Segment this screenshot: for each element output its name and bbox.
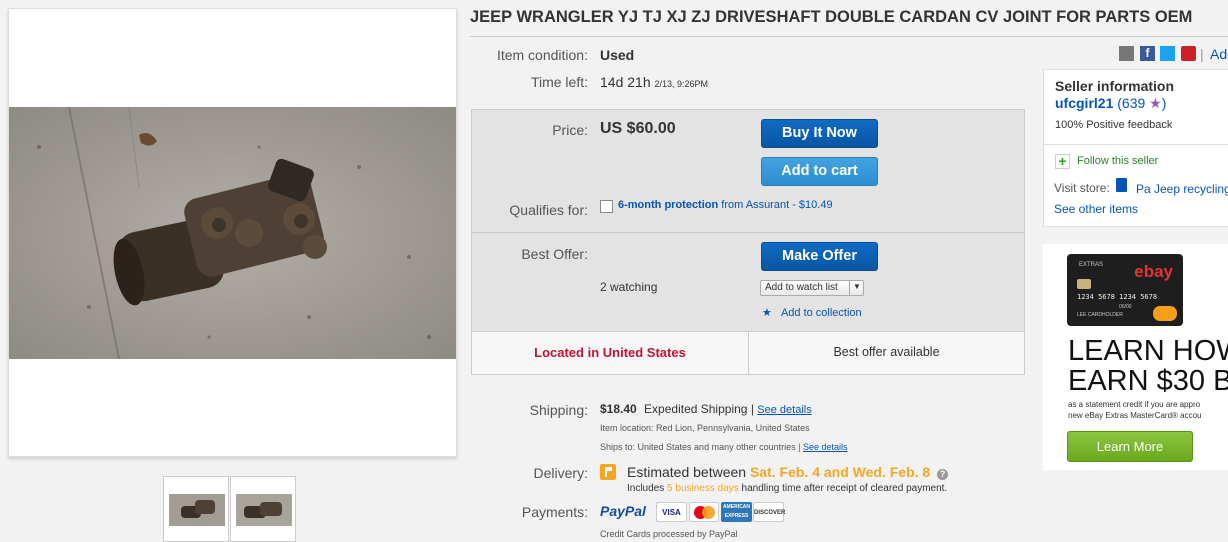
- add-to-cart-button[interactable]: Add to cart: [761, 157, 878, 186]
- add-to-watchlist-link[interactable]: Add: [1210, 46, 1228, 62]
- card-expiry: 00/00: [1119, 304, 1132, 310]
- add-to-watch-list-button[interactable]: Add to watch list ▼: [760, 280, 864, 296]
- ad-fine-line1: as a statement credit if you are appro: [1068, 400, 1201, 409]
- ad-heading: LEARN HOW EARN $30 B: [1068, 336, 1228, 396]
- best-offer-label: Best Offer:: [521, 246, 588, 262]
- plus-icon[interactable]: +: [1055, 154, 1070, 169]
- card-holder: LEE CARDHOLDER: [1077, 312, 1123, 318]
- add-to-collection-link[interactable]: Add to collection: [781, 307, 862, 319]
- price-label: Price:: [552, 122, 588, 138]
- delivery-label: Delivery:: [533, 465, 588, 481]
- ad-fine-line2: new eBay Extras MasterCard® accou: [1068, 411, 1202, 420]
- make-offer-button[interactable]: Make Offer: [761, 242, 878, 271]
- email-share-icon[interactable]: [1119, 46, 1134, 61]
- seller-divider: [1043, 144, 1228, 145]
- thumbnail-2[interactable]: [230, 476, 296, 542]
- positive-feedback: 100% Positive feedback: [1055, 119, 1173, 131]
- delivery-days: 5 business days: [667, 483, 739, 494]
- paypal-logo: PayPal: [600, 503, 646, 519]
- visa-icon: VISA: [656, 502, 687, 522]
- price-value: US $60.00: [600, 120, 676, 137]
- card-number: 1234 5678 1234 5678: [1077, 293, 1158, 301]
- amex-icon: AMERICAN EXPRESS: [721, 502, 752, 522]
- delivery-handling-text: handling time after receipt of cleared p…: [738, 483, 948, 494]
- protection-link[interactable]: 6-month protection: [618, 199, 718, 211]
- shipping-separator: |: [750, 402, 754, 416]
- best-offer-available-text: Best offer available: [833, 345, 940, 359]
- seller-score-close: ): [1161, 95, 1167, 111]
- located-in-text: Located in United States: [534, 345, 686, 360]
- ebay-logo: ebay: [1134, 262, 1173, 281]
- mastercard-icon: [689, 502, 719, 522]
- discover-icon: DISCOVER: [753, 502, 785, 522]
- visit-store-label: Visit store:: [1054, 181, 1110, 195]
- share-separator: |: [1200, 46, 1204, 62]
- delivery-prefix: Estimated between: [627, 464, 750, 480]
- time-left-value: 14d 21h 2/13, 9:26PM: [600, 74, 709, 90]
- delivery-dates: Sat. Feb. 4 and Wed. Feb. 8: [749, 464, 931, 480]
- thumbnail-1[interactable]: [163, 476, 229, 542]
- main-image-frame[interactable]: [8, 8, 457, 457]
- shipping-line: $18.40 Expedited Shipping | See details: [600, 402, 812, 416]
- product-photo[interactable]: [9, 107, 456, 359]
- delivery-handling: Includes 5 business days handling time a…: [627, 483, 947, 494]
- store-name-link[interactable]: Pa Jeep recycling: [1136, 182, 1228, 196]
- watching-count: 2 watching: [600, 280, 658, 294]
- ships-to-text: Ships to: United States and many other c…: [600, 442, 796, 452]
- mastercard-badge-icon: [1153, 306, 1177, 321]
- time-left-label: Time left:: [530, 74, 588, 90]
- qualifies-label: Qualifies for:: [509, 202, 588, 218]
- protection-price: from Assurant - $10.49: [721, 199, 833, 211]
- payments-label: Payments:: [521, 504, 588, 520]
- card-label: EXTRAS: [1079, 262, 1104, 268]
- delivery-estimate: Estimated between Sat. Feb. 4 and Wed. F…: [627, 464, 949, 480]
- follow-seller-link[interactable]: Follow this seller: [1077, 155, 1158, 167]
- feedback-star-icon: ★: [1149, 95, 1162, 111]
- protection-checkbox[interactable]: [600, 200, 613, 213]
- star-icon: ★: [762, 307, 772, 319]
- shipping-label: Shipping:: [529, 402, 588, 418]
- learn-more-button[interactable]: Learn More: [1067, 431, 1193, 462]
- twitter-share-icon[interactable]: [1160, 46, 1175, 61]
- card-chip-icon: [1077, 279, 1091, 289]
- shipping-cost: $18.40: [600, 402, 637, 416]
- listing-title: JEEP WRANGLER YJ TJ XJ ZJ DRIVESHAFT DOU…: [470, 8, 1193, 26]
- condition-label: Item condition:: [496, 47, 588, 63]
- add-to-collection[interactable]: ★ Add to collection: [762, 306, 862, 319]
- title-divider: [470, 36, 1228, 37]
- ships-to-see-details-link[interactable]: See details: [803, 442, 848, 452]
- protection-offer: 6-month protection from Assurant - $10.4…: [618, 199, 833, 211]
- seller-score[interactable]: (639: [1117, 95, 1145, 111]
- shipping-method: Expedited Shipping: [644, 402, 748, 416]
- seller-name-link[interactable]: ufcgirl21: [1055, 95, 1113, 111]
- ships-to-separator: |: [798, 442, 801, 452]
- time-left-date: 2/13, 9:26PM: [654, 79, 709, 89]
- help-icon[interactable]: ?: [937, 469, 949, 480]
- buy-box-divider: [472, 232, 1024, 233]
- ad-fine-print: as a statement credit if you are appro n…: [1068, 399, 1202, 421]
- seller-heading: Seller information: [1055, 78, 1175, 94]
- chevron-down-icon[interactable]: ▼: [853, 282, 861, 291]
- delivery-includes: Includes: [627, 483, 668, 494]
- flag-icon: [600, 464, 616, 480]
- pinterest-share-icon[interactable]: [1181, 46, 1196, 61]
- ships-to: Ships to: United States and many other c…: [600, 442, 848, 452]
- facebook-share-icon[interactable]: f: [1140, 46, 1155, 61]
- condition-value: Used: [600, 47, 635, 63]
- credit-card-image: EXTRAS ebay 1234 5678 1234 5678 00/00 LE…: [1067, 254, 1183, 326]
- see-other-items-link[interactable]: See other items: [1054, 202, 1138, 216]
- store-icon: [1116, 178, 1127, 192]
- watch-dropdown-divider: [849, 281, 850, 295]
- payments-note: Credit Cards processed by PayPal: [600, 529, 738, 539]
- shipping-see-details-link[interactable]: See details: [757, 404, 811, 416]
- add-to-watch-list-label: Add to watch list: [765, 282, 838, 293]
- item-location: Item location: Red Lion, Pennsylvania, U…: [600, 423, 810, 433]
- seller-name-row: ufcgirl21 (639 ★): [1055, 95, 1166, 112]
- ad-heading-line1: LEARN HOW: [1068, 335, 1228, 367]
- buy-it-now-button[interactable]: Buy It Now: [761, 119, 878, 148]
- ad-heading-line2: EARN $30 B: [1068, 365, 1228, 397]
